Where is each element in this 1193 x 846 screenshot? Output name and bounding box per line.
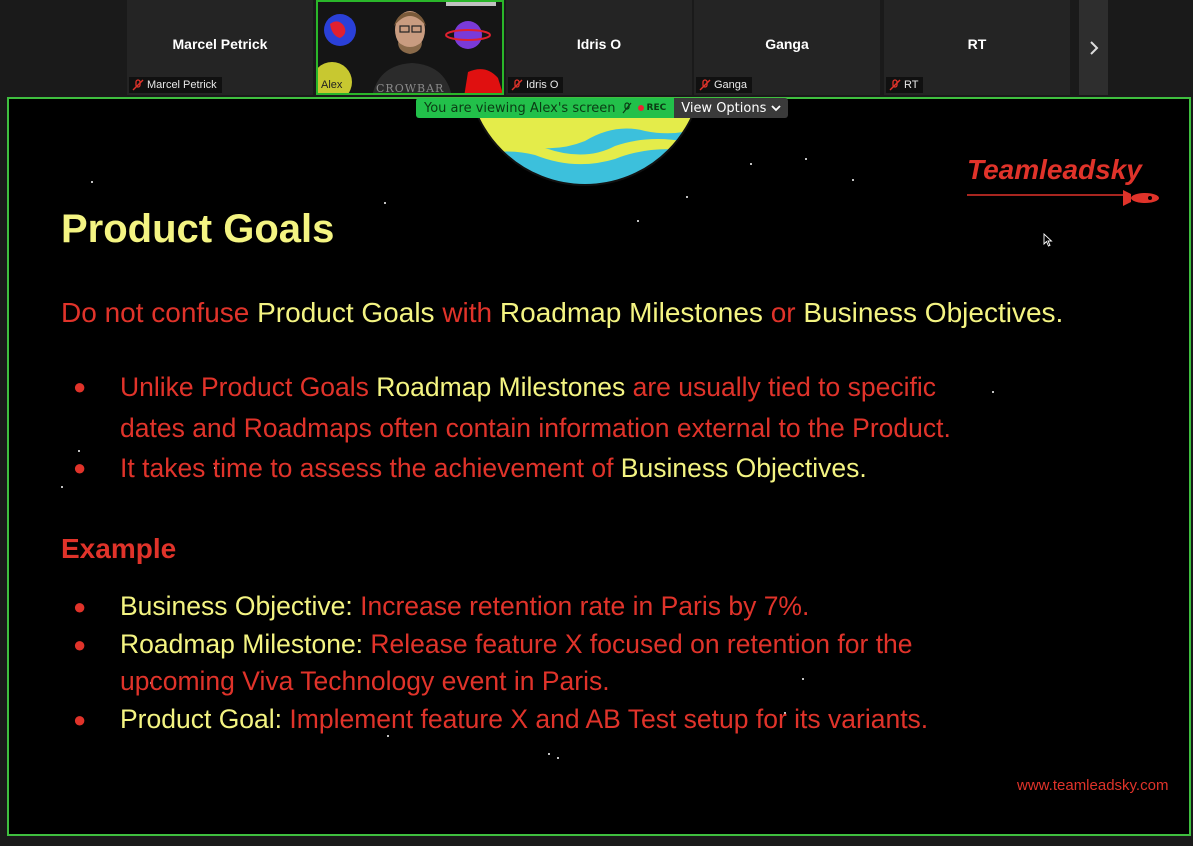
bullet-icon: ● [73,455,87,480]
participant-tag: Marcel Petrick [129,77,222,93]
shirt-text: CROWBAR [376,82,445,95]
bullet-term: Business Objectives [620,453,860,483]
chevron-down-icon [771,105,782,112]
bullet-text: Implement feature X and AB Test setup fo… [289,703,929,734]
participant-name: Idris O [576,36,622,52]
participant-tile-idris[interactable]: Idris O Idris O [506,0,692,95]
participant-tag: Idris O [508,77,564,93]
intro-text: . [1055,297,1064,328]
participant-name: RT [967,36,987,52]
participant-tag: Ganga [696,77,753,93]
bullet-icon: ● [73,594,87,619]
bullet-label: Product Goal: [120,703,290,734]
star [637,220,639,222]
mouse-cursor-icon [1043,233,1053,247]
participant-name: Marcel Petrick [172,36,268,52]
intro-text: or [762,297,804,328]
viewing-label: You are viewing Alex's screen [424,100,616,116]
intro-term: Business Objectives [803,297,1056,328]
next-participants-button[interactable] [1079,0,1108,95]
list-item: ● Business Objective: Increase retention … [61,588,928,626]
view-options-label: View Options [681,100,767,116]
participant-tag: Alex [318,77,348,93]
goal-bullets: ● Unlike Product Goals Roadmap Milestones… [61,367,951,489]
participant-tile-alex[interactable]: CROWBAR Alex [316,0,504,95]
teamleadsky-logo: Teamleadsky [967,154,1142,185]
participant-tile-marcel[interactable]: Marcel Petrick Marcel Petrick [127,0,313,95]
example-bullets: ● Business Objective: Increase retention … [61,588,928,738]
star [852,179,854,181]
rocket-icon [967,190,1159,206]
list-item: ● It takes time to assess the achievement… [61,448,951,489]
participant-strip: Marcel Petrick Marcel Petrick CROWBAR Al… [0,0,1193,97]
bullet-text: Release feature X focused on retention f… [370,628,913,659]
bullet-text: upcoming Viva Technology event in Paris. [120,666,610,696]
participant-tag-label: Ganga [714,79,748,91]
participant-tag-label: RT [904,79,919,91]
mic-muted-icon [699,79,711,91]
star [686,196,688,198]
website-url: www.teamleadsky.com [1017,777,1169,794]
example-heading: Example [61,533,177,564]
star [548,753,550,755]
bullet-icon: ● [73,374,87,399]
shared-screen: Teamleadsky Product Goals Do not confuse… [7,97,1191,836]
slide-title: Product Goals [61,207,335,251]
star [805,158,807,160]
bullet-text: Increase retention rate in Paris by 7%. [360,591,810,621]
bullet-term: Roadmap Milestones [376,372,626,402]
list-item: ● Roadmap Milestone: Release feature X fo… [61,626,928,664]
bullet-text: are usually tied to specific [625,372,937,402]
intro-text: Do not confuse [61,297,258,328]
star [750,163,752,165]
rec-label: REC [646,103,667,113]
participant-tile-rt[interactable]: RT RT [884,0,1070,95]
bullet-label: Business Objective: [120,591,361,621]
bullet-icon: ● [73,631,87,657]
bullet-text: . [859,453,867,483]
intro-term: Roadmap Milestones [499,297,763,328]
intro-text: with [434,297,500,328]
meeting-toolbar [0,836,1193,846]
intro-term: Product Goals [257,297,435,328]
record-dot-icon [637,105,644,111]
bullet-icon: ● [73,706,87,732]
viewing-indicator: You are viewing Alex's screen REC [416,98,675,118]
list-item-continuation: upcoming Viva Technology event in Paris. [61,663,928,701]
list-item-continuation: dates and Roadmaps often contain informa… [61,408,951,449]
recording-indicator: REC [637,103,667,113]
participant-name: Ganga [765,36,809,52]
bullet-text: dates and Roadmaps often contain informa… [120,412,951,443]
list-item: ● Unlike Product Goals Roadmap Milestones… [61,367,951,408]
participant-tile-ganga[interactable]: Ganga Ganga [694,0,880,95]
mic-muted-icon [132,79,144,91]
list-item: ● Product Goal: Implement feature X and A… [61,701,928,739]
bullet-label: Roadmap Milestone: [120,628,371,659]
bullet-text: Unlike Product Goals [120,372,377,402]
star [91,181,93,183]
participant-tag: RT [886,77,924,93]
slide-intro: Do not confuse Product Goals with Roadma… [61,297,1063,329]
star [992,391,994,393]
participant-tag-label: Marcel Petrick [147,79,217,91]
view-options-button[interactable]: View Options [674,98,789,118]
chevron-right-icon [1089,40,1098,55]
star [557,757,559,759]
star [384,202,386,204]
mic-muted-icon [889,79,901,91]
screen-share-banner: You are viewing Alex's screen REC View O… [416,98,789,118]
mic-muted-icon [511,79,523,91]
bullet-text: It takes time to assess the achievement … [120,453,621,483]
participant-tag-label: Idris O [526,79,559,91]
participant-tag-label: Alex [321,79,343,91]
mic-muted-icon [622,102,631,114]
